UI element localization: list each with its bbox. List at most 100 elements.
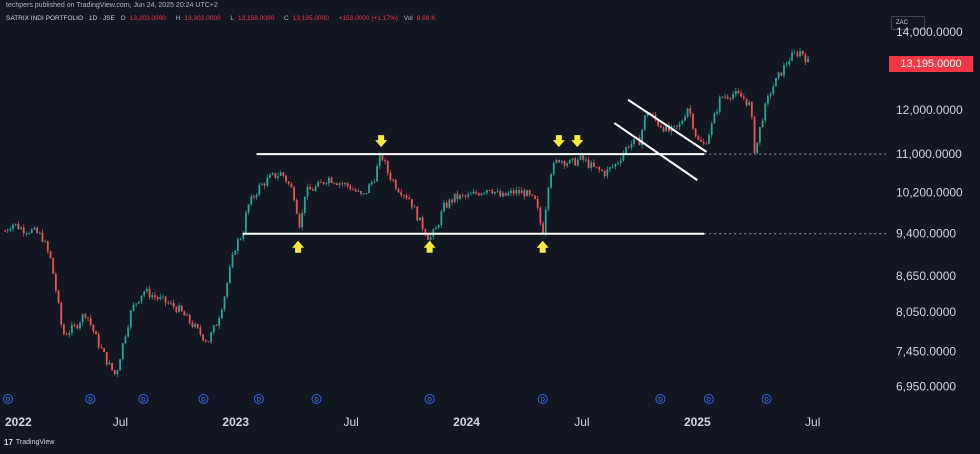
candle-body: [793, 52, 796, 54]
candle: [769, 91, 772, 100]
candle-body: [491, 190, 494, 194]
candle-body: [630, 144, 633, 148]
candle-body: [295, 200, 298, 214]
candle: [328, 175, 330, 187]
candle-body: [14, 223, 17, 225]
candle: [92, 324, 95, 335]
candle: [617, 160, 619, 166]
candle: [108, 359, 111, 365]
candle: [793, 49, 796, 54]
candle: [199, 324, 202, 337]
candle: [748, 99, 751, 106]
candle-body: [62, 324, 65, 335]
dividend-marker-icon: D: [761, 394, 772, 404]
candle-body: [263, 183, 266, 186]
candle-body: [352, 189, 354, 191]
candle-body: [285, 175, 287, 182]
candle-body: [601, 169, 603, 172]
candle-body: [587, 159, 590, 168]
candle: [285, 174, 287, 184]
candle: [354, 187, 357, 193]
candle: [172, 299, 175, 310]
candle: [678, 121, 681, 130]
candle-body: [753, 116, 756, 154]
candle: [568, 159, 571, 164]
candle-body: [137, 301, 140, 304]
candle: [692, 112, 694, 131]
price-chart[interactable]: 14,000.0000 12,000.0000 11,000.0000 10,200.…: [0, 0, 980, 454]
candle-body: [81, 314, 84, 323]
candle: [175, 305, 178, 314]
candle-body: [405, 195, 408, 198]
candle-body: [325, 183, 328, 185]
candle: [598, 165, 601, 173]
candle-body: [172, 302, 175, 308]
candle: [392, 178, 395, 183]
candle: [360, 190, 362, 196]
candle: [544, 206, 547, 237]
candle: [100, 344, 103, 349]
candle-body: [178, 305, 180, 313]
price-tick-label: 7,450.0000: [896, 344, 956, 358]
candle-body: [151, 295, 154, 298]
candle-body: [389, 172, 392, 180]
candle-body: [547, 187, 550, 210]
dividend-marker-letter: D: [707, 398, 712, 404]
candle: [807, 55, 809, 63]
candle: [523, 188, 526, 200]
candle-body: [697, 136, 700, 140]
candle: [336, 182, 338, 186]
candle: [178, 303, 180, 313]
candle: [622, 150, 625, 162]
candle-body: [443, 202, 445, 212]
candle: [491, 188, 494, 195]
candle-body: [507, 193, 510, 196]
candle: [758, 126, 761, 146]
candle: [317, 179, 320, 188]
candle-body: [54, 273, 57, 291]
candle: [239, 237, 242, 241]
candle-body: [520, 190, 523, 194]
candle: [303, 196, 306, 216]
candle: [643, 115, 646, 131]
candle-body: [493, 191, 496, 194]
candle: [408, 194, 411, 200]
candle: [772, 83, 775, 96]
time-axis[interactable]: 2022 Jul 2023 Jul 2024 Jul 2025 Jul: [5, 415, 820, 429]
candle-body: [582, 155, 585, 160]
price-axis[interactable]: 14,000.0000 12,000.0000 11,000.0000 10,200.…: [896, 25, 963, 393]
candle-body: [306, 186, 309, 197]
candle: [54, 271, 57, 294]
candle-body: [341, 183, 344, 185]
candle: [156, 295, 159, 302]
time-tick-label: Jul: [805, 415, 820, 429]
candle: [579, 154, 582, 161]
candle: [627, 145, 630, 150]
candle: [547, 186, 550, 212]
candle-body: [362, 193, 365, 195]
candle: [576, 157, 579, 167]
brand-name[interactable]: TradingView: [16, 439, 55, 446]
candle-body: [510, 190, 512, 194]
candle-body: [464, 195, 467, 197]
tradingview-logo-icon[interactable]: 17: [4, 438, 13, 447]
candle: [119, 358, 122, 371]
candle-body: [807, 58, 809, 63]
candle: [467, 191, 470, 200]
dividend-marker-letter: D: [201, 398, 206, 404]
candle-body: [79, 322, 81, 329]
candle-body: [456, 193, 459, 200]
candle: [681, 118, 684, 125]
candle-body: [154, 295, 156, 297]
candle: [261, 182, 263, 186]
candle-body: [333, 182, 336, 184]
arrow-down-icon: [375, 135, 388, 148]
candle-body: [183, 311, 186, 316]
candle-body: [175, 307, 178, 313]
candle: [22, 224, 25, 237]
candle: [282, 171, 285, 178]
candle: [742, 93, 745, 101]
candle: [65, 331, 68, 336]
candle-body: [124, 336, 127, 344]
candle-body: [504, 192, 507, 196]
